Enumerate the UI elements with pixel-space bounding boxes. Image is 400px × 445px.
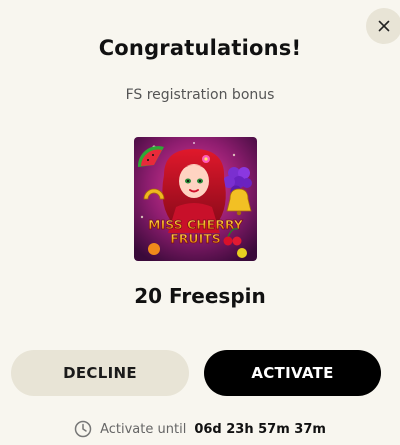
decline-button[interactable]: DECLINE: [11, 350, 189, 396]
activation-timer: Activate until 06d 23h 57m 37m: [0, 420, 400, 438]
dialog-title: Congratulations!: [98, 36, 302, 60]
game-artwork: MISS CHERRY FRUITS: [134, 137, 257, 261]
bonus-dialog: Congratulations! FS registration bonus M…: [0, 0, 400, 445]
game-logo-line1: MISS CHERRY: [148, 217, 244, 232]
clock-icon: [74, 420, 92, 438]
game-logo-line2: FRUITS: [170, 231, 221, 246]
close-icon: [378, 20, 390, 32]
timer-value: 06d 23h 57m 37m: [194, 421, 326, 437]
timer-label: Activate until: [100, 421, 187, 437]
game-thumbnail: MISS CHERRY FRUITS: [134, 137, 257, 261]
activate-button[interactable]: ACTIVATE: [204, 350, 381, 396]
freespin-offer: 20 Freespin: [134, 284, 266, 308]
bonus-subtitle: FS registration bonus: [125, 87, 275, 103]
